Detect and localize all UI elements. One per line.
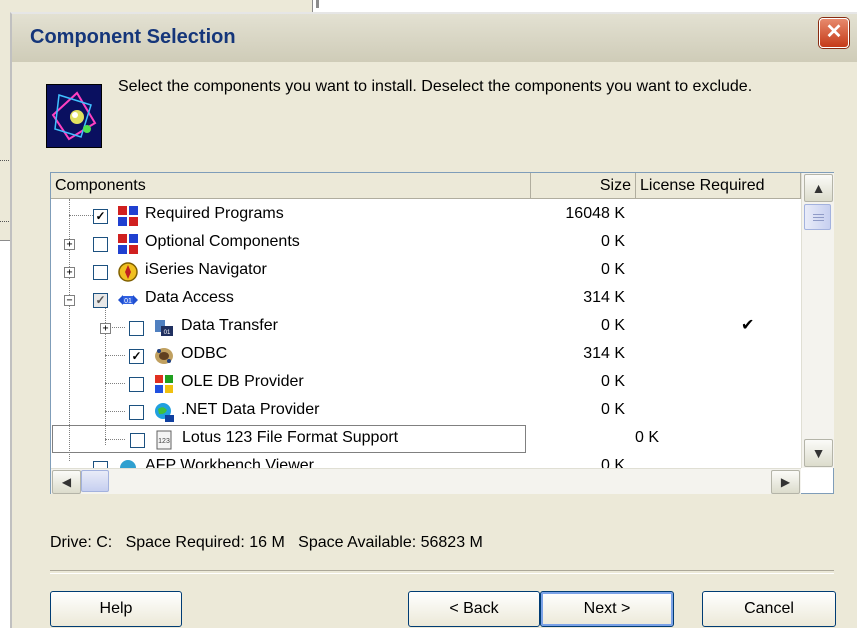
tree-row-label: .NET Data Provider (181, 401, 320, 418)
tree-row-net-data-provider[interactable]: .NET Data Provider 0 K (51, 397, 799, 425)
drive-label: Drive: (50, 534, 92, 551)
programs-icon (118, 206, 138, 226)
chevron-left-icon: ◀ (61, 475, 72, 489)
dotnet-icon (155, 403, 174, 422)
horizontal-scroll-thumb[interactable] (81, 470, 109, 492)
tree-row-odbc[interactable]: ODBC 314 K (51, 341, 799, 369)
tree-row-iseries-navigator[interactable]: + iSeries Navigator 0 K (51, 257, 799, 285)
oledb-icon (155, 375, 173, 393)
space-available-label: Space Available: (298, 534, 417, 551)
space-available-value: 56823 M (420, 534, 483, 551)
checkbox-afp-workbench-viewer[interactable] (93, 461, 108, 468)
column-header-license[interactable]: License Required (636, 173, 801, 199)
checkbox-required-programs[interactable] (93, 209, 108, 224)
expand-toggle[interactable]: + (64, 239, 75, 250)
tree-row-label: Required Programs (145, 205, 284, 222)
intro-text: Select the components you want to instal… (118, 78, 753, 95)
checkbox-optional-components[interactable] (93, 237, 108, 252)
tree-row-size: 314 K (583, 345, 625, 362)
drive-value: C: (96, 534, 113, 551)
title-bar: Component Selection ✕ (12, 14, 857, 62)
odbc-icon (155, 348, 173, 364)
tree-row-size: 0 K (600, 233, 625, 250)
tree-row-size: 0 K (600, 457, 625, 468)
scroll-left-button[interactable]: ◀ (52, 470, 81, 494)
back-button[interactable]: < Back (408, 591, 540, 627)
vertical-scroll-thumb[interactable] (804, 204, 831, 230)
setup-logo-icon (46, 84, 102, 148)
close-icon: ✕ (825, 21, 843, 43)
background-window-edge (316, 0, 319, 8)
checkbox-iseries-navigator[interactable] (93, 265, 108, 280)
tree-row-label: AFP Workbench Viewer (145, 457, 314, 468)
svg-text:01: 01 (164, 330, 171, 336)
scroll-down-button[interactable]: ▼ (804, 439, 833, 467)
next-button[interactable]: Next > (540, 591, 674, 627)
afp-icon (120, 460, 136, 468)
components-tree[interactable]: Components Size License Required Require… (50, 172, 834, 494)
column-header-size[interactable]: Size (531, 173, 636, 199)
license-required-checkmark: ✔ (741, 317, 755, 334)
tree-row-label: Data Access (145, 289, 234, 306)
close-button[interactable]: ✕ (819, 18, 849, 48)
tree-row-data-transfer[interactable]: + 01 Data Transfer 0 K ✔ (51, 313, 799, 341)
help-button[interactable]: Help (50, 591, 182, 627)
checkbox-data-access[interactable] (93, 293, 108, 308)
programs-icon (118, 234, 138, 254)
tree-row-optional-components[interactable]: + Optional Components 0 K (51, 229, 799, 257)
checkbox-ole-db-provider[interactable] (129, 377, 144, 392)
tree-row-data-access[interactable]: − 01 Data Access 314 K (51, 285, 799, 313)
divider (50, 570, 834, 574)
chevron-down-icon: ▼ (811, 445, 826, 461)
collapse-toggle[interactable]: − (64, 295, 75, 306)
chevron-right-icon: ▶ (780, 475, 791, 489)
tree-row-label: Data Transfer (181, 317, 278, 334)
tree-row-size: 16048 K (565, 205, 625, 222)
component-selection-dialog: Component Selection ✕ Select the compone… (10, 12, 857, 628)
space-required-label: Space Required: (125, 534, 245, 551)
chevron-up-icon: ▲ (811, 180, 826, 196)
horizontal-scrollbar[interactable]: ◀ ▶ (51, 468, 801, 494)
expand-toggle[interactable]: + (100, 323, 111, 334)
tree-row-lotus-123-support[interactable]: 123 Lotus 123 File Format Support (52, 425, 526, 453)
tree-row-size: 314 K (583, 289, 625, 306)
cancel-button[interactable]: Cancel (702, 591, 836, 627)
svg-text:123: 123 (158, 438, 170, 445)
data-access-icon: 01 (118, 295, 138, 305)
tree-row-size: 0 K (600, 401, 625, 418)
tree-row-afp-workbench-viewer[interactable]: AFP Workbench Viewer 0 K (51, 453, 799, 468)
compass-icon (118, 262, 138, 282)
tree-row-required-programs[interactable]: Required Programs 16048 K (51, 201, 799, 229)
tree-row-label: iSeries Navigator (145, 261, 267, 278)
scroll-right-button[interactable]: ▶ (771, 470, 800, 494)
column-header-components[interactable]: Components (51, 173, 531, 199)
vertical-scrollbar[interactable]: ▲ ▼ (801, 173, 834, 468)
tree-row-label: ODBC (181, 345, 228, 362)
checkbox-net-data-provider[interactable] (129, 405, 144, 420)
expand-toggle[interactable]: + (64, 267, 75, 278)
checkbox-lotus-123-support[interactable] (130, 433, 145, 448)
tree-row-label: Lotus 123 File Format Support (182, 429, 399, 446)
checkbox-odbc[interactable] (129, 349, 144, 364)
svg-text:01: 01 (124, 298, 132, 305)
disk-space-status: Drive: C: Space Required: 16 M Space Ava… (50, 534, 483, 552)
tree-row-ole-db-provider[interactable]: OLE DB Provider 0 K (51, 369, 799, 397)
tree-row-label: Optional Components (145, 233, 300, 250)
tree-row-size: 0 K (600, 373, 625, 390)
lotus-icon: 123 (156, 430, 172, 450)
scroll-up-button[interactable]: ▲ (804, 174, 833, 202)
checkbox-data-transfer[interactable] (129, 321, 144, 336)
data-transfer-icon: 01 (155, 320, 173, 336)
tree-row-size: 0 K (634, 429, 659, 446)
dialog-title: Component Selection (30, 26, 236, 48)
tree-row-label: OLE DB Provider (181, 373, 304, 390)
tree-row-size: 0 K (600, 317, 625, 334)
space-required-value: 16 M (249, 534, 285, 551)
tree-row-size: 0 K (600, 261, 625, 278)
